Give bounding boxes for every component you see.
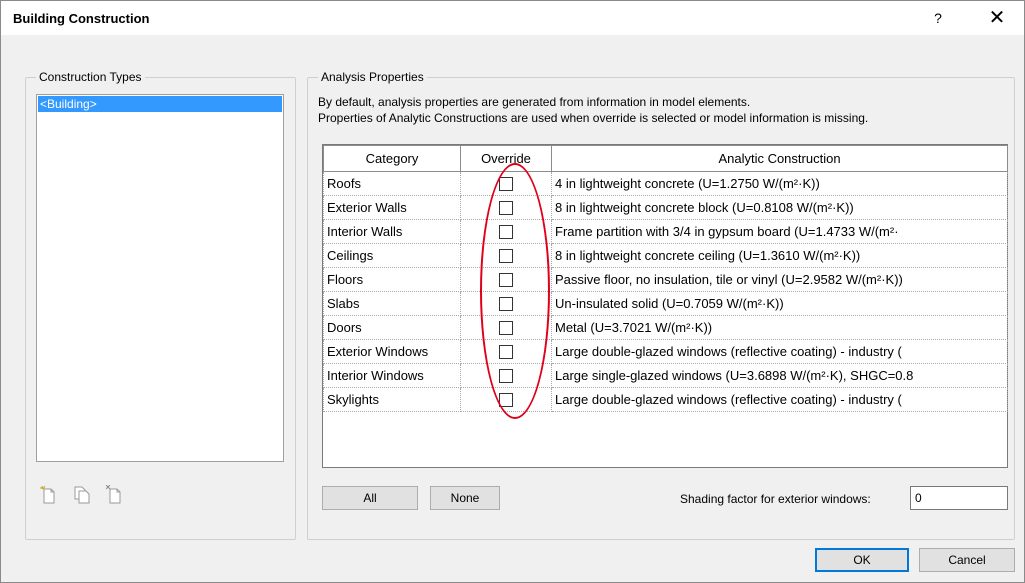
table-row: Interior Windows Large single-glazed win… (323, 363, 1008, 388)
help-button[interactable]: ? (923, 7, 953, 29)
column-header-category[interactable]: Category (323, 145, 461, 172)
category-cell: Floors (323, 267, 461, 292)
select-none-button[interactable]: None (430, 486, 500, 510)
analysis-description: By default, analysis properties are gene… (318, 94, 868, 126)
override-cell (460, 291, 552, 316)
shading-factor-input[interactable] (910, 486, 1008, 510)
new-icon[interactable] (40, 485, 58, 505)
construction-cell[interactable]: Un-insulated solid (U=0.7059 W/(m²·K)) (551, 291, 1008, 316)
cancel-button[interactable]: Cancel (919, 548, 1015, 572)
override-cell (460, 171, 552, 196)
table-row: Slabs Un-insulated solid (U=0.7059 W/(m²… (323, 291, 1008, 316)
construction-cell[interactable]: 4 in lightweight concrete (U=1.2750 W/(m… (551, 171, 1008, 196)
construction-types-list[interactable]: <Building> (36, 94, 284, 462)
override-checkbox[interactable] (499, 369, 513, 384)
override-checkbox[interactable] (499, 225, 513, 240)
construction-cell[interactable]: Large double-glazed windows (reflective … (551, 339, 1008, 364)
override-checkbox[interactable] (499, 249, 513, 264)
construction-cell[interactable]: 8 in lightweight concrete block (U=0.810… (551, 195, 1008, 220)
analysis-properties-label: Analysis Properties (318, 70, 427, 84)
construction-type-item[interactable]: <Building> (38, 96, 282, 112)
delete-icon[interactable] (105, 484, 124, 505)
duplicate-icon[interactable] (73, 485, 91, 505)
table-row: Roofs 4 in lightweight concrete (U=1.275… (323, 171, 1008, 196)
category-cell: Exterior Windows (323, 339, 461, 364)
table-row: Doors Metal (U=3.7021 W/(m²·K)) (323, 315, 1008, 340)
construction-types-label: Construction Types (36, 70, 145, 84)
category-cell: Ceilings (323, 243, 461, 268)
override-cell (460, 267, 552, 292)
select-all-button[interactable]: All (322, 486, 418, 510)
construction-cell[interactable]: Frame partition with 3/4 in gypsum board… (551, 219, 1008, 244)
close-button[interactable]: ✕ (977, 7, 1017, 29)
override-cell (460, 219, 552, 244)
table-row: Exterior Walls 8 in lightweight concrete… (323, 195, 1008, 220)
override-cell (460, 387, 552, 412)
override-cell (460, 315, 552, 340)
category-cell: Slabs (323, 291, 461, 316)
category-cell: Exterior Walls (323, 195, 461, 220)
column-header-override[interactable]: Override (460, 145, 552, 172)
construction-cell[interactable]: Large single-glazed windows (U=3.6898 W/… (551, 363, 1008, 388)
override-cell (460, 339, 552, 364)
dialog-title: Building Construction (13, 11, 150, 26)
category-cell: Interior Windows (323, 363, 461, 388)
column-header-analytic-construction[interactable]: Analytic Construction (551, 145, 1008, 172)
override-checkbox[interactable] (499, 321, 513, 336)
category-cell: Interior Walls (323, 219, 461, 244)
analysis-properties-group: Analysis Properties By default, analysis… (307, 70, 1015, 540)
table-row: Interior Walls Frame partition with 3/4 … (323, 219, 1008, 244)
building-construction-dialog: Building Construction ? ✕ Construction T… (0, 0, 1025, 583)
construction-cell[interactable]: Passive floor, no insulation, tile or vi… (551, 267, 1008, 292)
description-line-1: By default, analysis properties are gene… (318, 95, 751, 109)
table-row: Floors Passive floor, no insulation, til… (323, 267, 1008, 292)
construction-cell[interactable]: 8 in lightweight concrete ceiling (U=1.3… (551, 243, 1008, 268)
override-checkbox[interactable] (499, 177, 513, 192)
override-checkbox[interactable] (499, 201, 513, 216)
override-checkbox[interactable] (499, 273, 513, 288)
construction-table: Category Override Analytic Construction … (322, 144, 1008, 468)
construction-cell[interactable]: Metal (U=3.7021 W/(m²·K)) (551, 315, 1008, 340)
override-checkbox[interactable] (499, 393, 513, 408)
override-cell (460, 195, 552, 220)
override-cell (460, 363, 552, 388)
category-cell: Skylights (323, 387, 461, 412)
ok-button[interactable]: OK (815, 548, 909, 572)
description-line-2: Properties of Analytic Constructions are… (318, 111, 869, 125)
title-bar: Building Construction ? ✕ (1, 1, 1024, 35)
construction-cell[interactable]: Large double-glazed windows (reflective … (551, 387, 1008, 412)
construction-types-group: Construction Types <Building> (25, 70, 296, 540)
shading-factor-label: Shading factor for exterior windows: (680, 492, 871, 506)
category-cell: Doors (323, 315, 461, 340)
override-checkbox[interactable] (499, 345, 513, 360)
table-row: Exterior Windows Large double-glazed win… (323, 339, 1008, 364)
override-checkbox[interactable] (499, 297, 513, 312)
override-cell (460, 243, 552, 268)
table-row: Skylights Large double-glazed windows (r… (323, 387, 1008, 412)
category-cell: Roofs (323, 171, 461, 196)
table-row: Ceilings 8 in lightweight concrete ceili… (323, 243, 1008, 268)
